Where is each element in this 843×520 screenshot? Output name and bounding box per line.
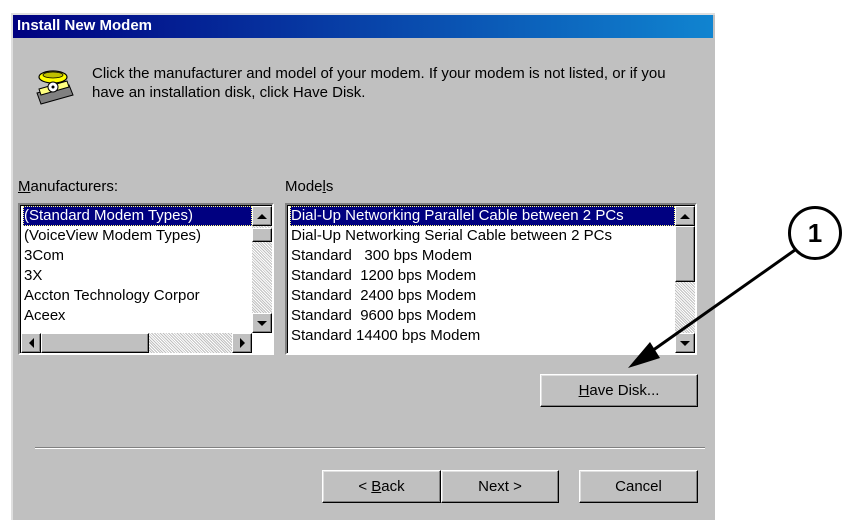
callout-arrow bbox=[628, 248, 796, 368]
callout-number: 1 bbox=[788, 206, 842, 260]
